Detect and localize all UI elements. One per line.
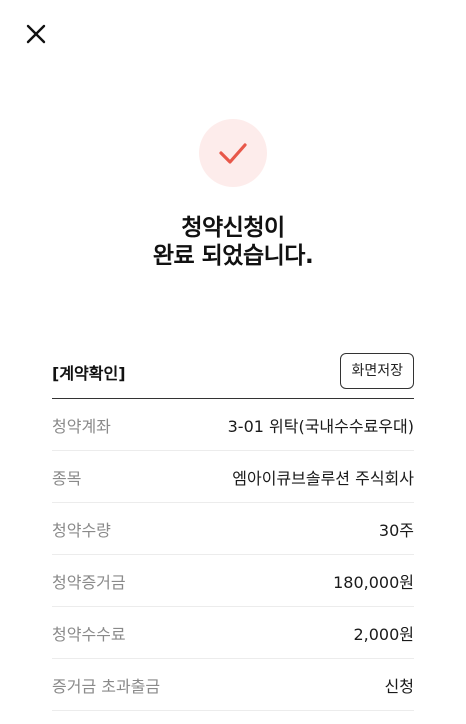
detail-label: 종목 xyxy=(52,468,82,488)
detail-label: 청약수수료 xyxy=(52,624,126,644)
detail-label: 청약증거금 xyxy=(52,572,126,592)
contract-section-header: [계약확인] 화면저장 xyxy=(52,353,414,391)
detail-value: 30주 xyxy=(378,520,414,540)
detail-row-excess-withdrawal: 증거금 초과출금 신청 xyxy=(52,659,414,711)
detail-label: 청약수량 xyxy=(52,520,111,540)
completion-title-line-2: 완료 되었습니다. xyxy=(152,243,314,269)
detail-row-quantity: 청약수량 30주 xyxy=(52,503,414,555)
close-icon xyxy=(26,24,46,44)
detail-value: 2,000원 xyxy=(353,624,414,644)
detail-label: 청약계좌 xyxy=(52,416,111,436)
detail-value: 180,000원 xyxy=(333,572,414,592)
detail-value: 엠아이큐브솔루션 주식회사 xyxy=(232,468,414,488)
close-button[interactable] xyxy=(22,20,50,48)
detail-row-account: 청약계좌 3-01 위탁(국내수수료우대) xyxy=(52,399,414,451)
detail-row-stock: 종목 엠아이큐브솔루션 주식회사 xyxy=(52,451,414,503)
detail-row-fee: 청약수수료 2,000원 xyxy=(52,607,414,659)
completion-title: 청약신청이 완료 되었습니다. xyxy=(0,214,466,270)
detail-value: 3-01 위탁(국내수수료우대) xyxy=(227,416,414,436)
success-check-badge xyxy=(199,119,267,187)
contract-details-list: 청약계좌 3-01 위탁(국내수수료우대) 종목 엠아이큐브솔루션 주식회사 청… xyxy=(52,399,414,711)
save-screen-button[interactable]: 화면저장 xyxy=(340,353,414,389)
detail-label: 증거금 초과출금 xyxy=(52,676,161,696)
contract-section-title: [계약확인] xyxy=(52,364,126,383)
detail-value: 신청 xyxy=(384,676,414,696)
completion-title-line-1: 청약신청이 xyxy=(181,215,285,241)
detail-row-deposit: 청약증거금 180,000원 xyxy=(52,555,414,607)
check-icon xyxy=(219,143,247,164)
